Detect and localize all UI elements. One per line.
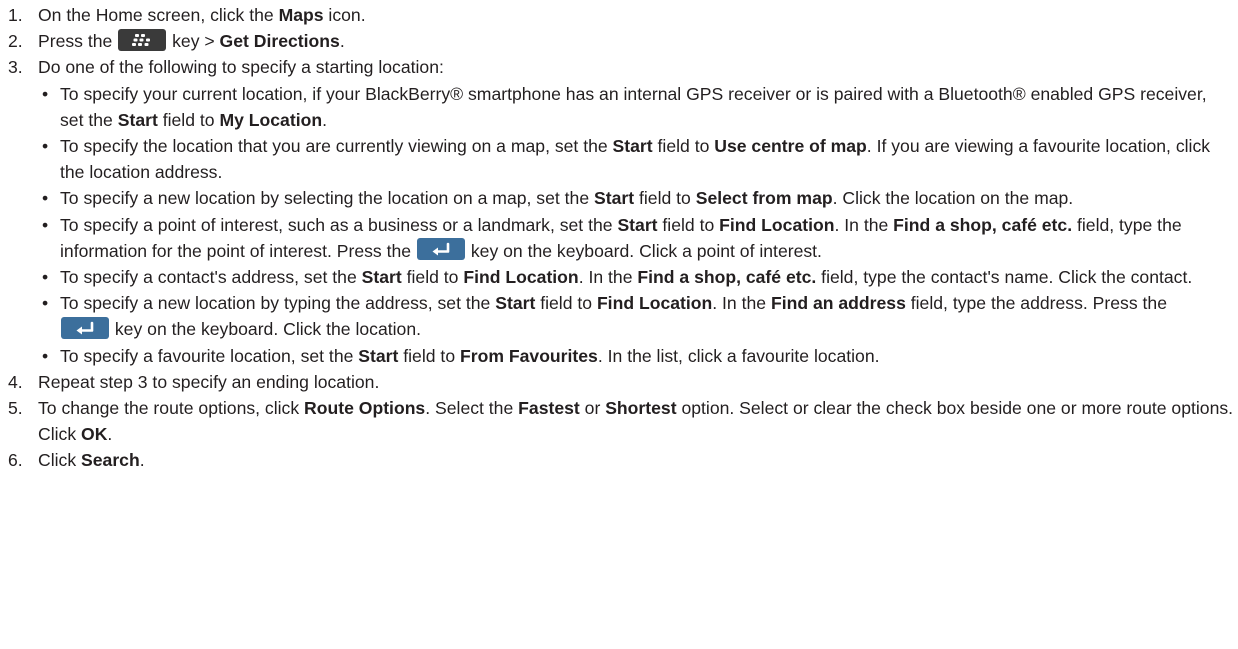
step-text: Do one of the following to specify a sta… (38, 57, 444, 78)
bullet-text: field to (652, 136, 715, 157)
bold-term: Start (617, 214, 658, 235)
bullet-text: . In the (834, 214, 894, 235)
step-number: 5. (8, 398, 23, 419)
step-text: . (139, 450, 145, 471)
bullet-item: • To specify a new location by typing th… (0, 290, 1238, 342)
bold-term: Find Location (463, 267, 579, 288)
bullet-text: field to (401, 267, 464, 288)
bold-term: Use centre of map (714, 136, 867, 157)
step-text: To change the route options, click (38, 398, 305, 419)
bullet-text: key on the keyboard. Click the location. (110, 319, 421, 340)
bullet-text: To specify a favourite location, set the (60, 345, 359, 366)
bullet-item: • To specify your current location, if y… (0, 81, 1238, 133)
step-number: 3. (8, 57, 23, 78)
bold-term: Start (495, 293, 536, 314)
bullet-item: • To specify a contact's address, set th… (0, 264, 1238, 290)
step-text: Repeat step 3 to specify an ending locat… (38, 371, 380, 392)
bold-term: Get Directions (219, 31, 340, 52)
step-text: On the Home screen, click the (38, 5, 279, 25)
bold-term: Fastest (518, 398, 580, 419)
bullet-mark: • (42, 267, 49, 288)
bullet-text: field to (634, 188, 696, 209)
blackberry-menu-key-icon (118, 28, 167, 51)
bullet-text: . (322, 109, 327, 130)
bullet-item: • To specify a new location by selecting… (0, 185, 1238, 211)
step-text: or (579, 398, 606, 419)
bold-term: Start (117, 109, 158, 130)
bullet-text: . In the (578, 267, 638, 288)
bullet-mark: • (42, 136, 49, 157)
step-text: Click (38, 450, 82, 471)
step-number: 6. (8, 450, 23, 471)
step-text: icon. (323, 5, 366, 25)
bullet-text: field to (398, 345, 460, 366)
bullet-mark: • (42, 188, 49, 209)
bullet-text: . In the (712, 293, 771, 314)
bullet-text: field to (157, 109, 220, 130)
bold-term: Find Location (719, 214, 835, 235)
step-text: . Select the (425, 398, 519, 419)
bold-term: My Location (219, 109, 323, 130)
bold-term: From Favourites (460, 345, 598, 366)
bullet-mark: • (42, 83, 49, 104)
bullet-text: To specify a point of interest, such as … (60, 214, 618, 235)
bullet-text: To specify the location that you are cur… (60, 136, 613, 157)
bullet-text: To specify a new location by typing the … (60, 293, 496, 314)
bold-term: Start (361, 267, 402, 288)
bold-term: Select from map (695, 188, 833, 209)
step-number: 2. (8, 31, 23, 52)
bold-term: Find Location (596, 293, 713, 314)
instructions-document: 1. On the Home screen, click the Maps ic… (0, 0, 1238, 649)
bullet-text: . In the list, click a favourite locatio… (597, 345, 880, 366)
bold-term: Start (594, 188, 635, 209)
step-5: 5. To change the route options, click Ro… (0, 395, 1238, 447)
bullet-text: To specify a new location by selecting t… (60, 188, 594, 209)
bullet-item: • To specify a point of interest, such a… (0, 212, 1238, 264)
step-number: 1. (8, 5, 23, 25)
bold-term: Maps (278, 5, 324, 25)
bold-term: Find a shop, café etc. (637, 267, 817, 288)
bullet-mark: • (42, 345, 49, 366)
bold-term: Search (81, 450, 140, 471)
bullet-text: . Click the location on the map. (832, 188, 1074, 209)
steps-list: 1. On the Home screen, click the Maps ic… (0, 0, 1238, 474)
bold-term: Start (358, 345, 399, 366)
bullet-item: • To specify the location that you are c… (0, 133, 1238, 185)
step-text: Press the (38, 31, 118, 52)
bold-term: Find a shop, café etc. (893, 214, 1073, 235)
bullet-list: • To specify your current location, if y… (0, 81, 1238, 369)
step-2: 2. Press the key > Get Directions. (0, 28, 1238, 54)
bold-term: Route Options (304, 398, 426, 419)
bullet-text: field, type the address. Press the (905, 293, 1167, 314)
bold-term: OK (81, 424, 108, 445)
step-text: key > (167, 31, 220, 52)
step-text: . (107, 424, 113, 445)
bullet-item: • To specify a favourite location, set t… (0, 343, 1238, 369)
bold-term: Shortest (605, 398, 677, 419)
enter-key-icon (416, 238, 465, 261)
bullet-text: field, type the contact's name. Click th… (816, 267, 1193, 288)
step-4: 4. Repeat step 3 to specify an ending lo… (0, 369, 1238, 395)
bullet-text: key on the keyboard. Click a point of in… (465, 240, 822, 261)
bold-term: Find an address (770, 293, 906, 314)
bullet-text: field to (657, 214, 720, 235)
bullet-text: field to (535, 293, 597, 314)
bold-term: Start (612, 136, 653, 157)
enter-key-icon (61, 316, 109, 339)
step-1: 1. On the Home screen, click the Maps ic… (0, 2, 1238, 28)
bullet-mark: • (42, 214, 49, 235)
step-6: 6. Click Search. (0, 447, 1238, 473)
bullet-mark: • (42, 293, 49, 314)
bullet-text: To specify a contact's address, set the (60, 267, 362, 288)
step-3: 3. Do one of the following to specify a … (0, 54, 1238, 80)
step-text: . (339, 31, 345, 52)
step-number: 4. (8, 371, 23, 392)
